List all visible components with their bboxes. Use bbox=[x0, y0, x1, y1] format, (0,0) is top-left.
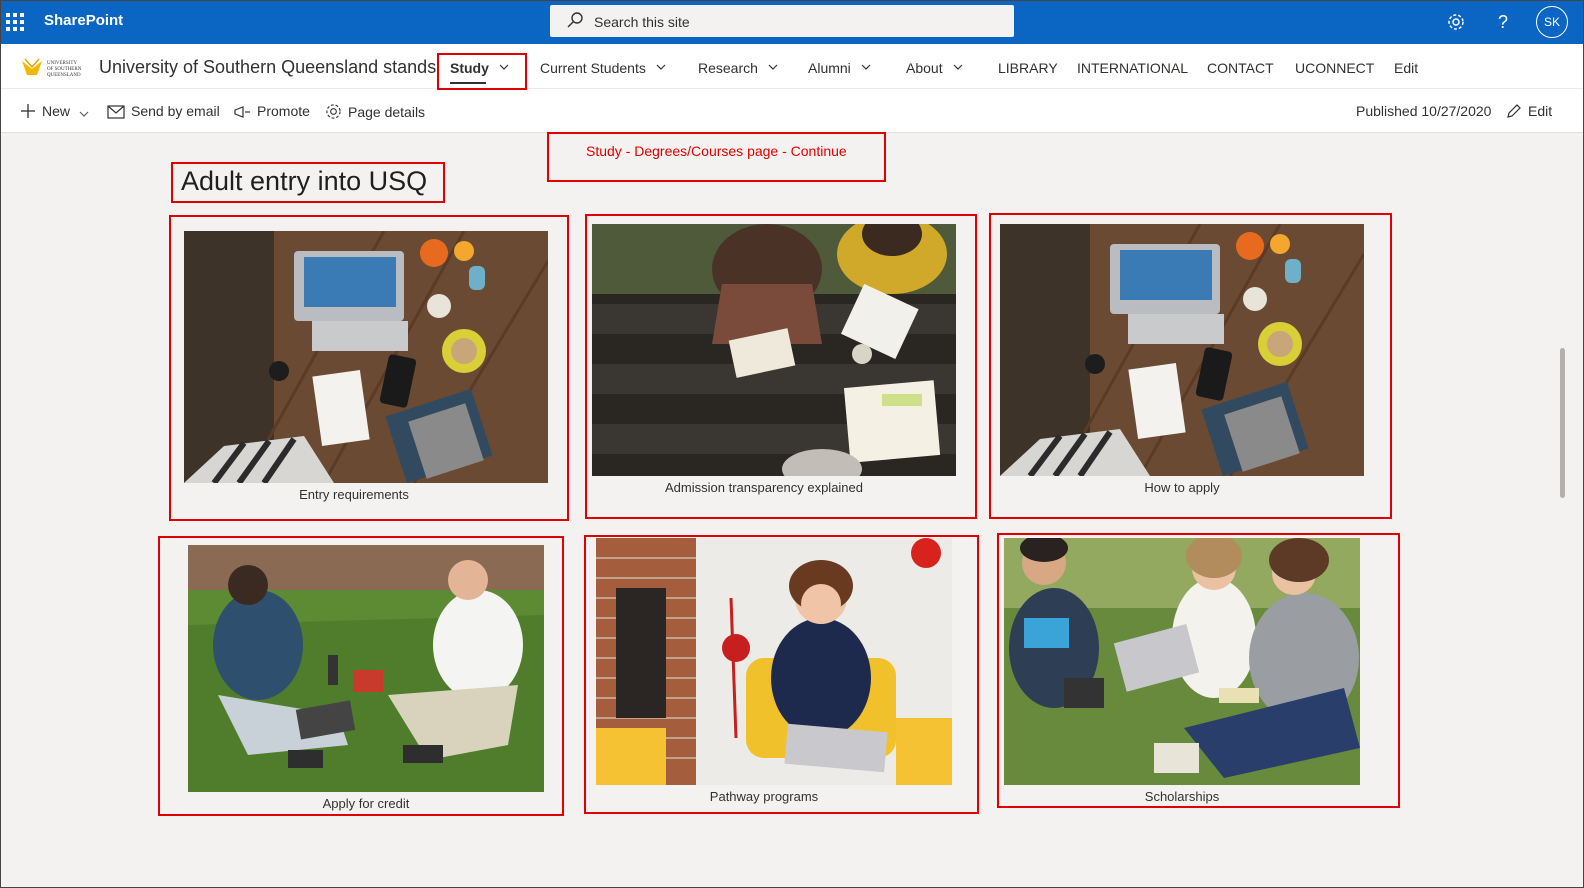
new-button[interactable]: New bbox=[20, 103, 90, 119]
command-bar: New Send by email Promote Page details P… bbox=[0, 89, 1584, 133]
page-details-button[interactable]: Page details bbox=[325, 103, 425, 120]
suite-bar: SharePoint Search this site ? SK bbox=[0, 0, 1584, 44]
chevron-down-icon bbox=[79, 111, 89, 117]
app-launcher-icon[interactable] bbox=[4, 11, 26, 33]
nav-research-label: Research bbox=[698, 60, 758, 76]
send-by-email-button[interactable]: Send by email bbox=[107, 103, 220, 119]
laptop-table-photo bbox=[184, 231, 548, 483]
pencil-icon bbox=[1507, 104, 1521, 118]
nav-uconnect[interactable]: UCONNECT bbox=[1295, 60, 1374, 76]
nav-alumni[interactable]: Alumni bbox=[808, 60, 871, 76]
question-icon[interactable]: ? bbox=[1491, 10, 1515, 34]
svg-text:UNIVERSITY: UNIVERSITY bbox=[47, 61, 77, 66]
avatar[interactable]: SK bbox=[1536, 6, 1568, 38]
edit-page-label: Edit bbox=[1528, 103, 1553, 119]
chevron-down-icon bbox=[861, 64, 871, 70]
nav-research[interactable]: Research bbox=[698, 60, 778, 76]
students-reading-photo bbox=[592, 224, 956, 476]
page-scrollbar[interactable] bbox=[1560, 348, 1565, 498]
page-details-label: Page details bbox=[348, 104, 426, 120]
nav-library[interactable]: LIBRARY bbox=[998, 60, 1058, 76]
site-header: UNIVERSITY OF SOUTHERN QUEENSLAND Univer… bbox=[0, 44, 1584, 89]
new-label: New bbox=[42, 103, 71, 119]
nav-alumni-label: Alumni bbox=[808, 60, 851, 76]
nav-edit[interactable]: Edit bbox=[1394, 60, 1418, 76]
usq-logo[interactable]: UNIVERSITY OF SOUTHERN QUEENSLAND bbox=[20, 55, 90, 79]
chevron-down-icon bbox=[768, 64, 778, 70]
search-placeholder: Search this site bbox=[594, 14, 690, 30]
site-title[interactable]: University of Southern Queensland stands bbox=[99, 57, 436, 78]
chevron-down-icon bbox=[953, 64, 963, 70]
promote-button[interactable]: Promote bbox=[233, 103, 310, 119]
tile-caption: Pathway programs bbox=[709, 789, 819, 804]
tile-caption: Apply for credit bbox=[322, 796, 410, 811]
megaphone-icon bbox=[234, 106, 250, 118]
nav-contact[interactable]: CONTACT bbox=[1207, 60, 1274, 76]
svg-text:OF SOUTHERN: OF SOUTHERN bbox=[47, 67, 82, 72]
app-name[interactable]: SharePoint bbox=[44, 12, 123, 29]
annotation-box-study bbox=[437, 53, 527, 90]
gear-icon bbox=[326, 104, 341, 119]
nav-about-label: About bbox=[906, 60, 943, 76]
search-icon bbox=[567, 12, 583, 28]
annotation-note: Study - Degrees/Courses page - Continue bbox=[586, 143, 847, 159]
tile-caption: Scholarships bbox=[1144, 789, 1220, 804]
mail-icon bbox=[107, 105, 125, 119]
nav-current-students[interactable]: Current Students bbox=[540, 60, 666, 76]
woman-laptop-photo bbox=[596, 538, 952, 785]
plus-icon bbox=[21, 104, 35, 118]
search-box[interactable]: Search this site bbox=[550, 5, 1014, 37]
tile-caption: Entry requirements bbox=[299, 487, 409, 502]
send-by-email-label: Send by email bbox=[131, 103, 220, 119]
students-on-grass-photo bbox=[188, 545, 544, 792]
gear-icon[interactable] bbox=[1444, 10, 1468, 34]
tile-caption: How to apply bbox=[1144, 480, 1220, 495]
page-title: Adult entry into USQ bbox=[181, 166, 428, 196]
promote-label: Promote bbox=[257, 103, 310, 119]
nav-about[interactable]: About bbox=[906, 60, 963, 76]
tile-caption: Admission transparency explained bbox=[665, 480, 863, 495]
chevron-down-icon bbox=[656, 64, 666, 70]
svg-text:QUEENSLAND: QUEENSLAND bbox=[47, 73, 81, 78]
nav-current-students-label: Current Students bbox=[540, 60, 646, 76]
laptop-table-photo bbox=[1000, 224, 1364, 476]
published-status: Published 10/27/2020 bbox=[1356, 103, 1492, 119]
nav-international[interactable]: INTERNATIONAL bbox=[1077, 60, 1188, 76]
edit-page-button[interactable]: Edit bbox=[1506, 103, 1552, 119]
students-group-grass-photo bbox=[1004, 538, 1360, 785]
